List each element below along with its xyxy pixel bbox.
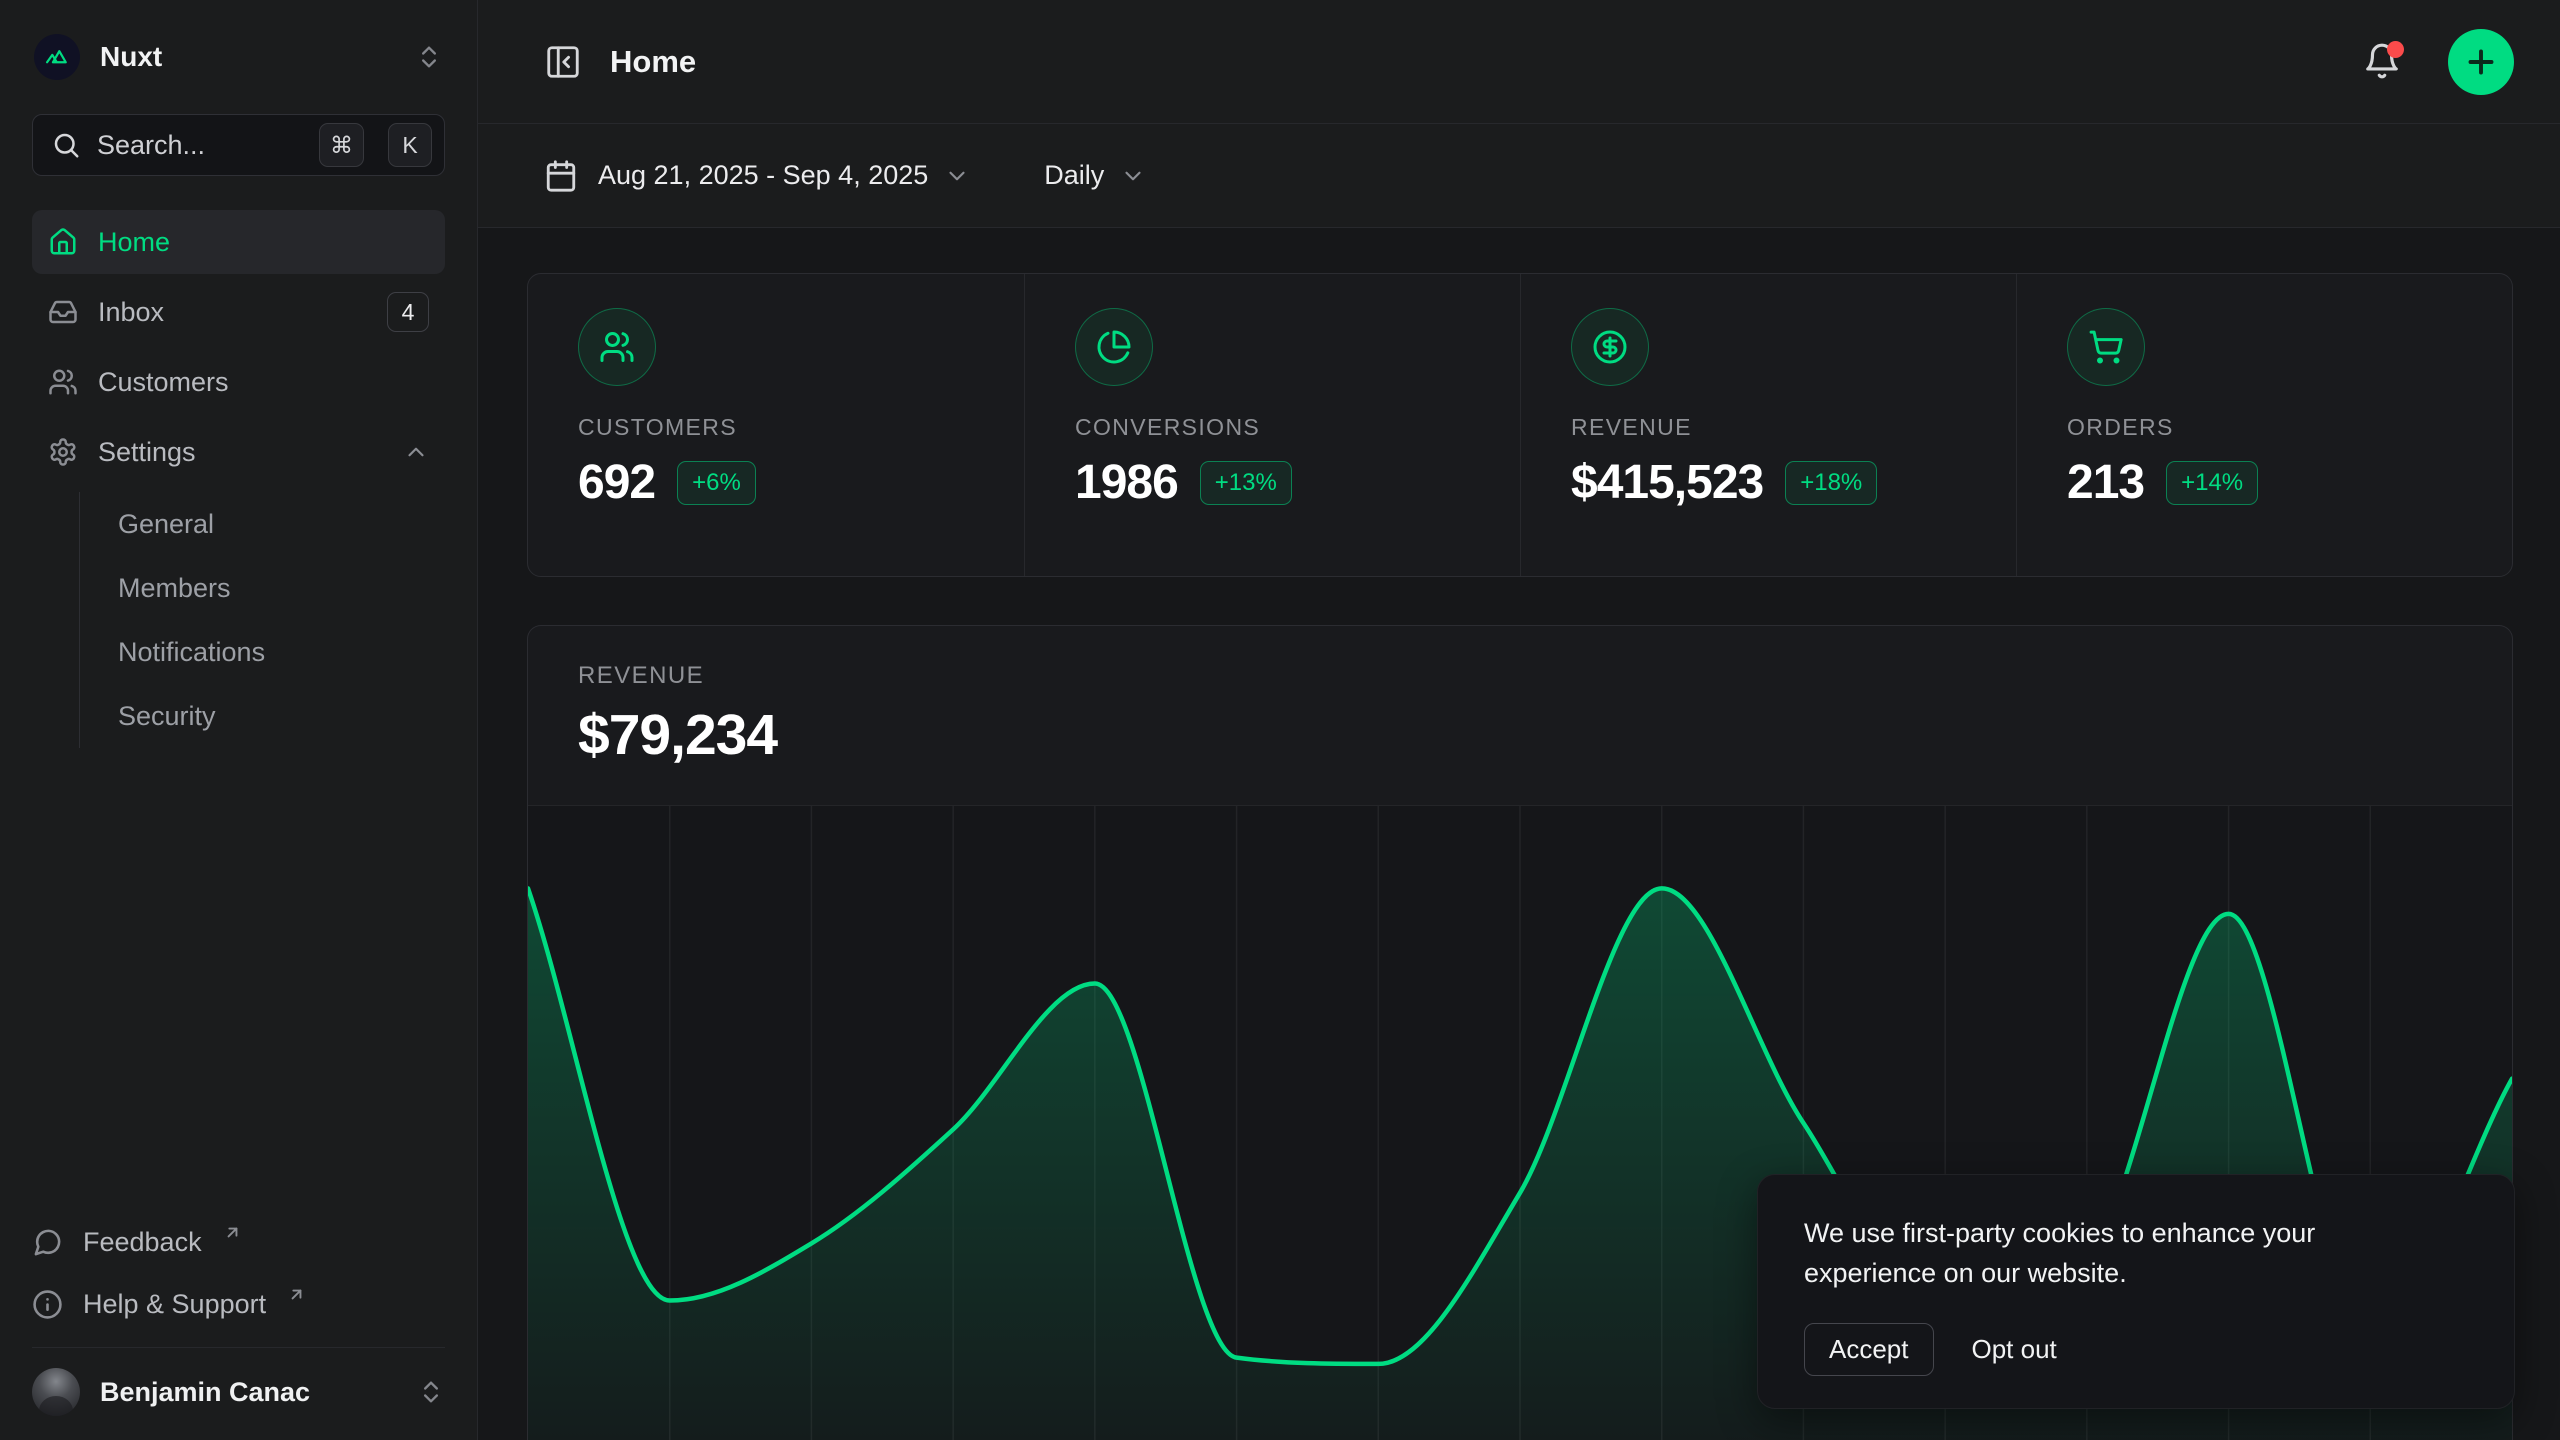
sidebar-toggle-button[interactable] bbox=[544, 43, 582, 81]
sidebar-item-home[interactable]: Home bbox=[32, 210, 445, 274]
sidebar-item-label: Inbox bbox=[98, 297, 164, 328]
feedback-label: Feedback bbox=[83, 1227, 202, 1258]
revenue-label: REVENUE bbox=[578, 662, 2462, 690]
sidebar-footer: Feedback Help & Support bbox=[0, 1211, 477, 1352]
circle-dollar-icon bbox=[1592, 329, 1628, 365]
users-icon bbox=[599, 329, 635, 365]
subnav-label: Notifications bbox=[118, 637, 265, 668]
user-name: Benjamin Canac bbox=[100, 1377, 310, 1408]
team-selector[interactable]: Nuxt bbox=[0, 0, 477, 86]
stat-delta-badge: +13% bbox=[1200, 461, 1292, 505]
stat-label: CONVERSIONS bbox=[1075, 414, 1480, 441]
help-support-link[interactable]: Help & Support bbox=[32, 1273, 445, 1335]
sidebar-item-customers[interactable]: Customers bbox=[32, 350, 445, 414]
period-label: Daily bbox=[1044, 160, 1104, 191]
sidebar-divider bbox=[32, 1347, 445, 1348]
stat-value: $415,523 bbox=[1571, 455, 1763, 510]
nuxt-logo-icon bbox=[34, 34, 80, 80]
stat-value: 1986 bbox=[1075, 455, 1178, 510]
stat-revenue: REVENUE $415,523 +18% bbox=[1520, 274, 2016, 576]
sidebar-item-inbox[interactable]: Inbox 4 bbox=[32, 280, 445, 344]
sidebar: Nuxt ⌘ K Home Inbox 4 Customers bbox=[0, 0, 478, 1440]
stat-delta-badge: +18% bbox=[1785, 461, 1877, 505]
sidebar-item-members[interactable]: Members bbox=[106, 556, 445, 620]
chevron-down-icon bbox=[1120, 163, 1146, 189]
sidebar-item-label: Home bbox=[98, 227, 170, 258]
kbd-k: K bbox=[388, 123, 432, 167]
sidebar-item-notifications[interactable]: Notifications bbox=[106, 620, 445, 684]
pie-chart-icon bbox=[1096, 329, 1132, 365]
notifications-button[interactable] bbox=[2362, 42, 2402, 82]
stat-icon-circle bbox=[1075, 308, 1153, 386]
stat-icon-circle bbox=[2067, 308, 2145, 386]
accept-cookies-button[interactable]: Accept bbox=[1804, 1323, 1934, 1376]
settings-subnav: General Members Notifications Security bbox=[79, 492, 445, 748]
info-circle-icon bbox=[32, 1289, 63, 1320]
arrow-up-right-icon bbox=[287, 1285, 306, 1304]
stats-row: CUSTOMERS 692 +6% CONVERSIONS 1986 +13% bbox=[527, 273, 2513, 577]
help-support-label: Help & Support bbox=[83, 1289, 266, 1320]
stat-delta-badge: +6% bbox=[677, 461, 756, 505]
opt-out-button[interactable]: Opt out bbox=[1972, 1334, 2057, 1365]
sidebar-item-label: Customers bbox=[98, 367, 229, 398]
sidebar-nav: Home Inbox 4 Customers Settings General … bbox=[0, 210, 477, 748]
stat-value: 692 bbox=[578, 455, 655, 510]
gear-icon bbox=[48, 437, 78, 467]
stat-label: CUSTOMERS bbox=[578, 414, 984, 441]
sidebar-item-general[interactable]: General bbox=[106, 492, 445, 556]
date-range-label: Aug 21, 2025 - Sep 4, 2025 bbox=[598, 160, 928, 191]
chevrons-up-down-icon bbox=[415, 43, 443, 71]
stat-delta-badge: +14% bbox=[2166, 461, 2258, 505]
stat-orders: ORDERS 213 +14% bbox=[2016, 274, 2512, 576]
message-circle-icon bbox=[32, 1227, 63, 1258]
chevrons-up-down-icon bbox=[417, 1378, 445, 1406]
stat-value: 213 bbox=[2067, 455, 2144, 510]
stat-label: ORDERS bbox=[2067, 414, 2472, 441]
app-header: Home bbox=[478, 0, 2560, 124]
date-range-picker[interactable]: Aug 21, 2025 - Sep 4, 2025 bbox=[544, 159, 970, 193]
user-menu[interactable]: Benjamin Canac bbox=[0, 1352, 477, 1440]
page-title: Home bbox=[610, 44, 696, 80]
arrow-up-right-icon bbox=[223, 1223, 242, 1242]
home-icon bbox=[48, 227, 78, 257]
cookie-message: We use first-party cookies to enhance yo… bbox=[1804, 1213, 2424, 1293]
inbox-count-badge: 4 bbox=[387, 292, 429, 332]
subnav-label: Security bbox=[118, 701, 216, 732]
plus-icon bbox=[2463, 44, 2499, 80]
kbd-command: ⌘ bbox=[319, 123, 364, 167]
stat-icon-circle bbox=[1571, 308, 1649, 386]
create-button[interactable] bbox=[2448, 29, 2514, 95]
search-icon bbox=[51, 130, 81, 160]
stat-icon-circle bbox=[578, 308, 656, 386]
filters-toolbar: Aug 21, 2025 - Sep 4, 2025 Daily bbox=[478, 124, 2560, 228]
shopping-cart-icon bbox=[2088, 329, 2124, 365]
feedback-link[interactable]: Feedback bbox=[32, 1211, 445, 1273]
team-name: Nuxt bbox=[100, 41, 162, 73]
users-icon bbox=[48, 367, 78, 397]
header-actions bbox=[2362, 29, 2514, 95]
subnav-label: General bbox=[118, 509, 214, 540]
chevron-down-icon bbox=[944, 163, 970, 189]
panel-left-close-icon bbox=[544, 43, 582, 81]
avatar bbox=[32, 1368, 80, 1416]
cookie-banner: We use first-party cookies to enhance yo… bbox=[1757, 1174, 2515, 1409]
stat-customers: CUSTOMERS 692 +6% bbox=[528, 274, 1024, 576]
chevron-up-icon bbox=[403, 439, 429, 465]
cookie-actions: Accept Opt out bbox=[1804, 1323, 2468, 1376]
subnav-label: Members bbox=[118, 573, 231, 604]
stat-label: REVENUE bbox=[1571, 414, 1976, 441]
notification-dot bbox=[2387, 41, 2404, 58]
sidebar-item-security[interactable]: Security bbox=[106, 684, 445, 748]
inbox-icon bbox=[48, 297, 78, 327]
search-input[interactable]: ⌘ K bbox=[32, 114, 445, 176]
search-field[interactable] bbox=[97, 130, 303, 161]
revenue-header: REVENUE $79,234 bbox=[528, 626, 2512, 805]
stat-conversions: CONVERSIONS 1986 +13% bbox=[1024, 274, 1520, 576]
calendar-icon bbox=[544, 159, 578, 193]
period-select[interactable]: Daily bbox=[1044, 160, 1146, 191]
revenue-value: $79,234 bbox=[578, 702, 2462, 768]
sidebar-item-settings[interactable]: Settings bbox=[32, 420, 445, 484]
app: Nuxt ⌘ K Home Inbox 4 Customers bbox=[0, 0, 2560, 1440]
sidebar-item-label: Settings bbox=[98, 437, 196, 468]
